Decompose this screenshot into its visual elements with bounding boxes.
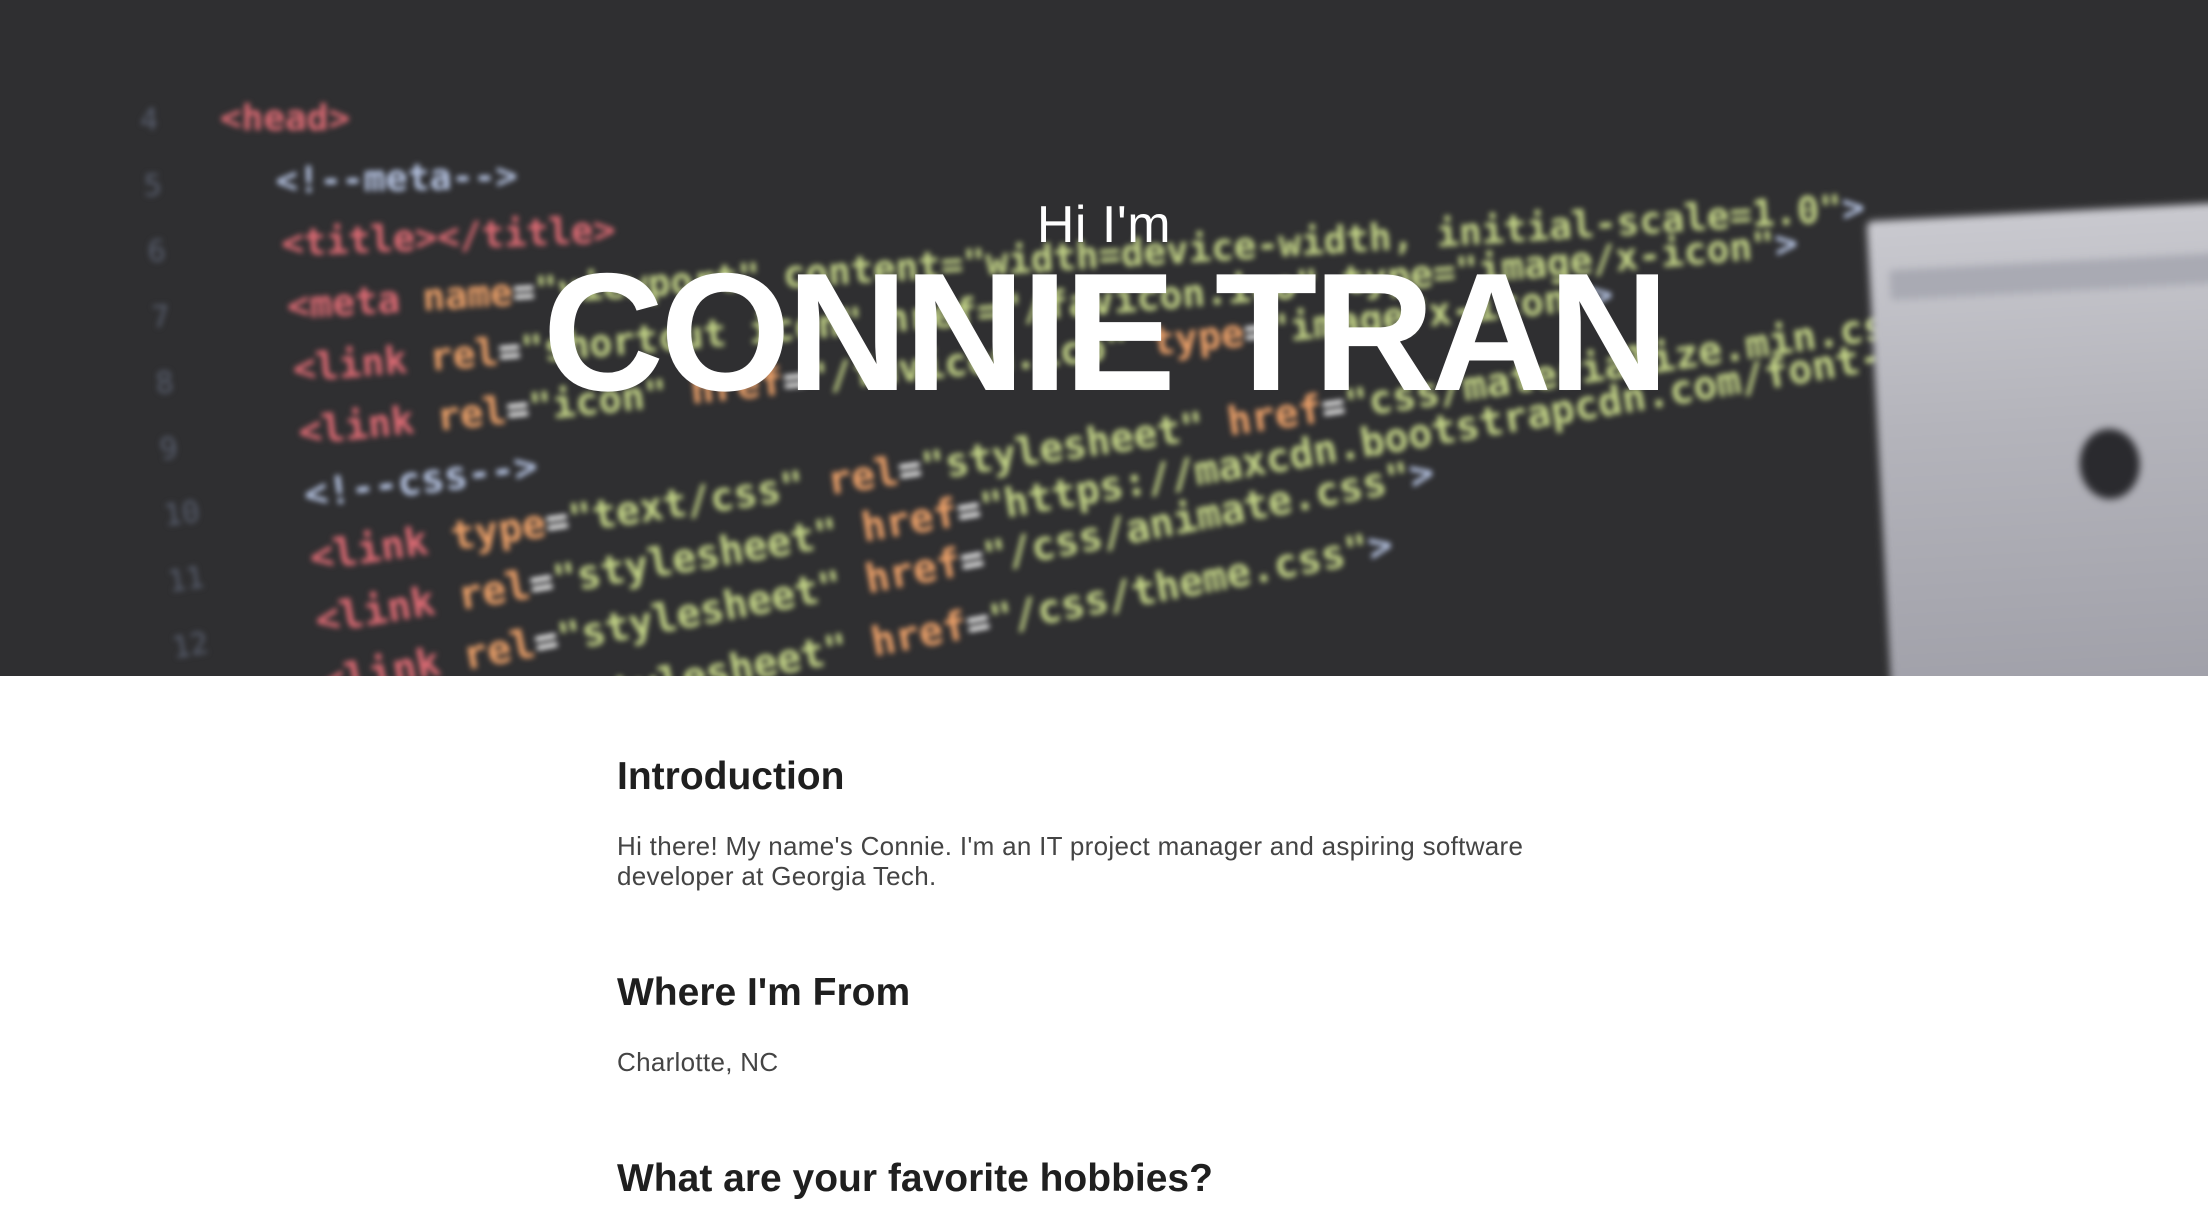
hero-banner: 4 <head> 5 <!--meta--> 6 <title></title> 7 <met… [0, 0, 2208, 676]
section-heading: Where I'm From [617, 971, 911, 1014]
code-line-text: <head> [220, 98, 350, 139]
section-hobbies: What are your favorite hobbies? [617, 1156, 1213, 1203]
hero-name: CONNIE TRAN [542, 238, 1670, 426]
code-line-number: 10 [162, 494, 202, 533]
section-heading: What are your favorite hobbies? [617, 1157, 1213, 1200]
section-where-from: Where I'm From Charlotte, NC [617, 970, 910, 1077]
code-line-number: 9 [158, 431, 180, 468]
section-body: Hi there! My name's Connie. I'm an IT pr… [617, 830, 1524, 891]
section-body: Charlotte, NC [617, 1046, 779, 1077]
section-introduction: Introduction Hi there! My name's Connie.… [617, 754, 1577, 891]
code-line-number: 12 [170, 626, 211, 667]
section-heading: Introduction [617, 755, 845, 798]
code-line-number: 11 [166, 560, 207, 600]
code-line-number: 4 [140, 103, 158, 138]
